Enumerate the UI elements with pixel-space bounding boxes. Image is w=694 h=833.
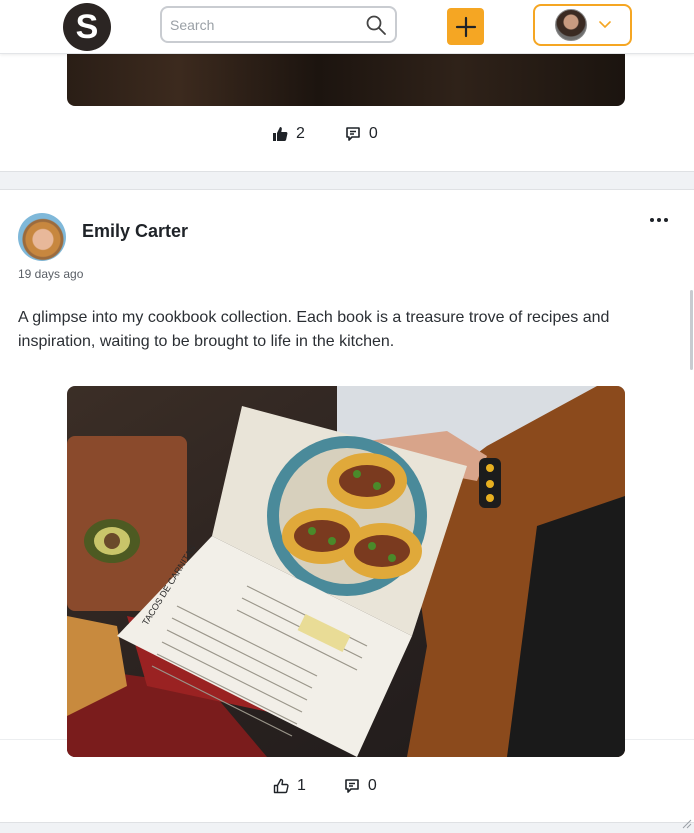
like-button[interactable]: 2 <box>272 125 305 143</box>
comment-icon <box>345 779 359 793</box>
thumbs-up-filled-icon <box>273 127 288 141</box>
thumbs-up-outline-icon <box>273 778 289 794</box>
divider <box>625 739 694 740</box>
search-input[interactable] <box>162 8 365 41</box>
create-post-button[interactable] <box>447 8 484 45</box>
author-name[interactable]: Emily Carter <box>82 221 188 242</box>
post-timestamp: 19 days ago <box>18 267 84 281</box>
comment-button[interactable]: 0 <box>345 125 378 143</box>
comment-count: 0 <box>368 125 378 142</box>
post-body-text: A glimpse into my cookbook collection. E… <box>18 309 610 350</box>
search-box <box>160 6 397 43</box>
previous-post-reactions: 2 0 <box>272 125 378 143</box>
author-avatar[interactable] <box>18 213 66 261</box>
like-count: 1 <box>297 777 306 794</box>
chevron-down-icon <box>599 21 611 29</box>
top-navigation-bar: S <box>0 0 694 54</box>
divider <box>0 739 67 740</box>
post-image[interactable]: TACOS DE CARNITAS <box>67 386 625 757</box>
cookbook-photo: TACOS DE CARNITAS <box>67 386 625 757</box>
resize-handle-icon[interactable] <box>680 817 692 829</box>
comment-count: 0 <box>367 777 377 794</box>
profile-menu-button[interactable] <box>533 4 632 46</box>
ellipsis-icon <box>650 218 654 222</box>
plus-icon <box>455 16 476 37</box>
post-reactions: 1 0 <box>273 777 377 795</box>
like-button[interactable]: 1 <box>273 777 306 795</box>
scrollbar-thumb[interactable] <box>690 290 693 370</box>
comment-icon <box>346 127 360 141</box>
user-avatar <box>555 9 587 41</box>
post-card: Emily Carter 19 days ago A glimpse into … <box>0 189 694 823</box>
like-count: 2 <box>296 125 305 142</box>
comment-button[interactable]: 0 <box>344 777 377 795</box>
search-icon[interactable] <box>365 14 387 36</box>
more-options-button[interactable] <box>646 210 672 230</box>
app-logo[interactable]: S <box>63 3 111 51</box>
